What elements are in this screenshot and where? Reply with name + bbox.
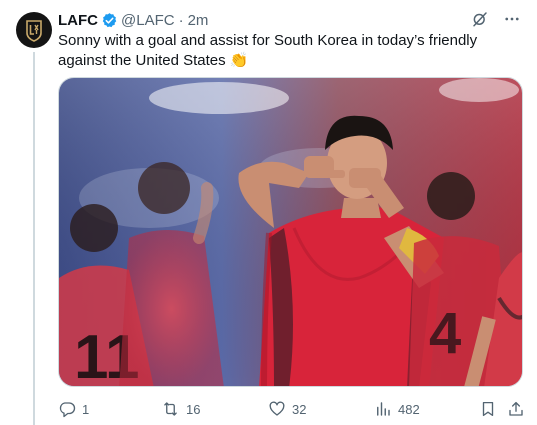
bookmark-button[interactable] [479,400,497,418]
reply-button[interactable]: 1 [58,400,89,418]
heart-icon [269,401,285,416]
views-bar-icon [377,402,390,416]
share-icon [509,401,523,416]
share-button[interactable] [507,400,525,418]
bookmark-icon [482,401,494,417]
tweet-text: Sonny with a goal and assist for South K… [58,32,478,69]
like-button[interactable]: 32 [268,400,306,418]
tweet[interactable]: LAFC @LAFC · 2m Sonny with a goal and as… [0,0,537,425]
separator-dot: · [178,11,184,29]
more-dots-icon[interactable] [503,10,521,28]
reply-count: 1 [82,401,90,417]
lafc-logo-icon [26,20,42,42]
grok-icon[interactable] [471,10,489,28]
retweet-button[interactable]: 16 [161,400,200,418]
views-count: 482 [398,401,420,417]
author-handle[interactable]: @LAFC [121,12,175,29]
thread-line [33,52,35,425]
reply-icon [59,402,76,418]
verified-badge-icon [101,12,118,29]
like-count: 32 [292,401,307,417]
tweet-media-photo[interactable]: 11 4 [58,77,523,387]
jersey-number-right: 4 [429,301,461,366]
retweet-count: 16 [186,401,201,417]
photo-football-celebration: 11 4 [59,78,522,386]
author-avatar[interactable] [16,12,52,48]
tweet-header: LAFC @LAFC · 2m [58,10,521,30]
views-button[interactable]: 482 [374,400,420,418]
tweet-actions: 1 16 32 482 [58,398,523,420]
author-name[interactable]: LAFC [58,12,98,29]
tweet-time[interactable]: 2m [188,12,209,29]
retweet-icon [164,402,177,416]
